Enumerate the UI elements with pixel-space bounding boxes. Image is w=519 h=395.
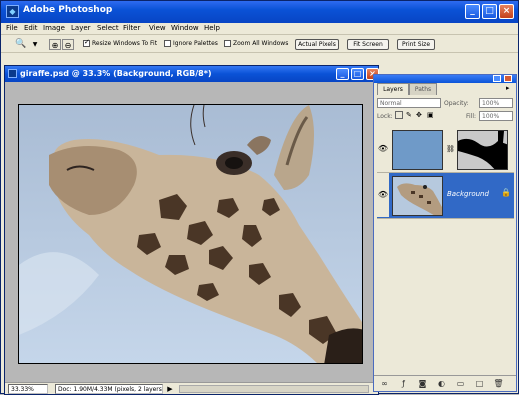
background-thumbnail xyxy=(392,176,443,216)
new-layer-icon[interactable]: □ xyxy=(474,379,485,389)
doc-maximize-button[interactable]: □ xyxy=(351,68,364,80)
menu-layer[interactable]: Layer xyxy=(71,24,91,32)
menu-window[interactable]: Window xyxy=(171,24,199,32)
close-button[interactable]: × xyxy=(499,4,514,19)
layer-visibility-eye-icon[interactable]: 👁 xyxy=(377,127,389,171)
layer-lock-icon: 🔒 xyxy=(501,188,511,197)
minimize-button[interactable]: _ xyxy=(465,4,480,19)
opacity-input[interactable]: 100% xyxy=(479,98,513,108)
document-window: giraffe.psd @ 33.3% (Background, RGB/8*)… xyxy=(4,65,379,395)
menu-view[interactable]: View xyxy=(149,24,166,32)
layer-visibility-eye-icon[interactable]: 👁 xyxy=(377,173,389,217)
document-icon xyxy=(8,69,17,78)
add-mask-icon[interactable]: ◙ xyxy=(417,379,428,389)
palette-minimize-icon[interactable] xyxy=(493,75,501,82)
delete-layer-icon[interactable]: 🗑 xyxy=(493,379,504,389)
menu-file[interactable]: File xyxy=(6,24,18,32)
adjustment-layer-icon[interactable]: ◐ xyxy=(436,379,447,389)
lock-label: Lock: xyxy=(377,113,393,120)
app-title: Adobe Photoshop xyxy=(23,5,113,15)
lock-brush-icon[interactable]: ✎ xyxy=(406,111,412,119)
photoshop-window: ◆ Adobe Photoshop _ □ × File Edit Image … xyxy=(0,0,519,395)
menu-bar: File Edit Image Layer Select Filter View… xyxy=(1,23,518,35)
link-layers-icon[interactable]: ∞ xyxy=(379,379,390,389)
maximize-button[interactable]: □ xyxy=(482,4,497,19)
zoom-all-label: Zoom All Windows xyxy=(233,40,289,47)
blend-mode-select[interactable]: Normal xyxy=(377,98,441,108)
palette-menu-icon[interactable]: ▸ xyxy=(506,84,510,92)
horizontal-scrollbar[interactable] xyxy=(179,385,369,393)
resize-windows-label: Resize Windows To Fit xyxy=(92,40,158,47)
menu-select[interactable]: Select xyxy=(97,24,119,32)
layers-bottom-toolbar: ∞ ƒ ◙ ◐ ▭ □ 🗑 xyxy=(374,375,516,391)
zoom-level-field[interactable]: 33.33% xyxy=(8,384,48,394)
ignore-palettes-label: Ignore Palettes xyxy=(173,40,218,47)
layer-row-background[interactable]: 👁 Background 🔒 xyxy=(377,173,514,219)
zoom-out-icon[interactable]: ⊖ xyxy=(62,39,74,50)
layer-link-icon[interactable]: ⛓ xyxy=(446,145,455,153)
app-titlebar[interactable]: ◆ Adobe Photoshop _ □ × xyxy=(1,1,518,23)
status-bar: 33.33% Doc: 1.90M/4.33M (pixels, 2 layer… xyxy=(5,382,378,394)
document-title: giraffe.psd @ 33.3% (Background, RGB/8*) xyxy=(20,69,212,78)
fit-screen-button[interactable]: Fit Screen xyxy=(347,39,389,50)
giraffe-image-canvas[interactable] xyxy=(18,104,363,364)
zoom-tool-icon[interactable]: 🔍 xyxy=(15,39,27,50)
opacity-label: Opacity: xyxy=(444,100,469,107)
resize-windows-checkbox[interactable] xyxy=(83,38,90,47)
fill-label: Fill: xyxy=(466,113,477,120)
background-thumb-image xyxy=(397,183,442,215)
layer-name: Background xyxy=(447,190,489,198)
mask-silhouette xyxy=(458,131,507,169)
status-menu-arrow-icon[interactable]: ▶ xyxy=(165,384,175,394)
doc-info-field: Doc: 1.90M/4.33M (pixels, 2 layers) xyxy=(55,384,163,394)
ignore-palettes-checkbox[interactable] xyxy=(164,40,171,47)
actual-pixels-button[interactable]: Actual Pixels xyxy=(295,39,339,50)
menu-edit[interactable]: Edit xyxy=(24,24,38,32)
zoom-in-icon[interactable]: ⊕ xyxy=(49,39,61,50)
layer-mask-thumbnail xyxy=(457,130,508,170)
tool-preset-dropdown-icon[interactable]: ▼ xyxy=(29,39,41,50)
menu-help[interactable]: Help xyxy=(204,24,220,32)
layer-thumbnail xyxy=(392,130,443,170)
layers-palette-titlebar[interactable] xyxy=(374,75,516,83)
lock-all-icon[interactable]: ▣ xyxy=(427,111,434,119)
tab-layers[interactable]: Layers xyxy=(377,83,409,95)
zoom-all-checkbox[interactable] xyxy=(224,40,231,47)
photoshop-logo-icon: ◆ xyxy=(6,5,19,18)
layers-empty-area xyxy=(377,219,514,373)
print-size-button[interactable]: Print Size xyxy=(397,39,435,50)
document-titlebar[interactable]: giraffe.psd @ 33.3% (Background, RGB/8*)… xyxy=(5,66,379,82)
layer-row-mask[interactable]: 👁 ⛓ xyxy=(377,127,514,173)
menu-image[interactable]: Image xyxy=(43,24,65,32)
canvas-area xyxy=(5,82,378,382)
doc-minimize-button[interactable]: _ xyxy=(336,68,349,80)
giraffe-photo xyxy=(19,105,362,363)
new-group-icon[interactable]: ▭ xyxy=(455,379,466,389)
tab-paths[interactable]: Paths xyxy=(409,83,437,95)
layers-palette: Layers Paths ▸ Normal Opacity: 100% Lock… xyxy=(373,74,517,392)
fill-input[interactable]: 100% xyxy=(479,111,513,121)
layer-style-icon[interactable]: ƒ xyxy=(398,379,409,389)
palette-close-icon[interactable] xyxy=(504,75,512,82)
options-bar: 🔍 ▼ ⊕ ⊖ Resize Windows To Fit Ignore Pal… xyxy=(1,36,518,53)
lock-transparency-icon[interactable] xyxy=(395,111,403,119)
menu-filter[interactable]: Filter xyxy=(123,24,140,32)
lock-move-icon[interactable]: ✥ xyxy=(416,111,422,119)
